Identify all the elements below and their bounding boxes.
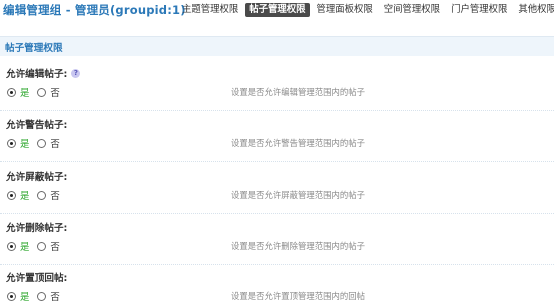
setting-label-text: 允许置顶回帖:: [6, 273, 68, 284]
setting-label: 允许置顶回帖:: [6, 270, 67, 284]
radio-yes-label[interactable]: 是: [20, 85, 29, 99]
setting-shield-posts: 允许屏蔽帖子: 是 否 设置是否允许屏蔽管理范围内的帖子: [0, 169, 554, 221]
radio-yes-label[interactable]: 是: [20, 239, 29, 253]
divider: [0, 110, 554, 111]
radio-yes-label[interactable]: 是: [20, 289, 29, 303]
radio-yes-label[interactable]: 是: [20, 188, 29, 202]
setting-label-text: 允许屏蔽帖子:: [6, 172, 68, 183]
radio-no[interactable]: [37, 190, 47, 200]
tab-other-permissions[interactable]: 其他权限: [514, 3, 554, 17]
radio-no[interactable]: [37, 241, 47, 251]
divider: [0, 264, 554, 265]
radio-group: 是 否: [7, 289, 68, 303]
page-title: 编辑管理组 - 管理员(groupid:1): [3, 3, 186, 17]
radio-no[interactable]: [37, 138, 47, 148]
radio-group: 是 否: [7, 136, 68, 150]
setting-description: 设置是否允许删除管理范围内的帖子: [231, 241, 365, 251]
question-bubble-icon[interactable]: ?: [71, 68, 81, 78]
setting-stick-replies: 允许置顶回帖: 是 否 设置是否允许置顶管理范围内的回帖: [0, 270, 554, 303]
page-header: 编辑管理组 - 管理员(groupid:1) 主题管理权限 帖子管理权限 管理面…: [0, 0, 554, 20]
radio-group: 是 否: [7, 239, 68, 253]
radio-yes[interactable]: [7, 291, 16, 301]
setting-description: 设置是否允许置顶管理范围内的回帖: [231, 291, 365, 301]
radio-no[interactable]: [37, 87, 47, 97]
radio-no-label[interactable]: 否: [50, 136, 59, 150]
radio-yes[interactable]: [7, 190, 16, 200]
permission-tabs: 主题管理权限 帖子管理权限 管理面板权限 空间管理权限 门户管理权限 其他权限: [178, 2, 554, 17]
setting-label: 允许警告帖子:: [6, 117, 67, 131]
radio-group: 是 否: [7, 85, 68, 99]
radio-no-label[interactable]: 否: [50, 289, 59, 303]
tab-space-permissions[interactable]: 空间管理权限: [380, 3, 444, 17]
radio-yes[interactable]: [7, 241, 16, 251]
setting-delete-posts: 允许删除帖子: 是 否 设置是否允许删除管理范围内的帖子: [0, 220, 554, 272]
setting-label: 允许编辑帖子: ?: [6, 66, 81, 80]
radio-group: 是 否: [7, 188, 68, 202]
section-title: 帖子管理权限: [5, 43, 63, 54]
radio-no-label[interactable]: 否: [50, 239, 59, 253]
tab-post-permissions[interactable]: 帖子管理权限: [245, 2, 310, 17]
setting-description: 设置是否允许屏蔽管理范围内的帖子: [231, 190, 365, 200]
setting-label-text: 允许警告帖子:: [6, 120, 68, 131]
divider: [0, 213, 554, 214]
setting-label: 允许删除帖子:: [6, 220, 67, 234]
radio-yes[interactable]: [7, 138, 16, 148]
tab-topic-permissions[interactable]: 主题管理权限: [178, 3, 242, 17]
radio-no[interactable]: [37, 291, 47, 301]
radio-no-label[interactable]: 否: [50, 85, 59, 99]
setting-edit-posts: 允许编辑帖子: ? 是 否 设置是否允许编辑管理范围内的帖子: [0, 66, 554, 118]
setting-label-text: 允许编辑帖子:: [6, 69, 68, 80]
radio-yes[interactable]: [7, 87, 16, 97]
setting-warn-posts: 允许警告帖子: 是 否 设置是否允许警告管理范围内的帖子: [0, 117, 554, 169]
divider: [0, 161, 554, 162]
setting-label-text: 允许删除帖子:: [6, 223, 68, 234]
radio-yes-label[interactable]: 是: [20, 136, 29, 150]
setting-label: 允许屏蔽帖子:: [6, 169, 67, 183]
tab-portal-permissions[interactable]: 门户管理权限: [447, 3, 511, 17]
tab-panel-permissions[interactable]: 管理面板权限: [313, 3, 377, 17]
setting-description: 设置是否允许警告管理范围内的帖子: [231, 138, 365, 148]
section-header: 帖子管理权限: [0, 36, 554, 56]
radio-no-label[interactable]: 否: [50, 188, 59, 202]
setting-description: 设置是否允许编辑管理范围内的帖子: [231, 87, 365, 97]
